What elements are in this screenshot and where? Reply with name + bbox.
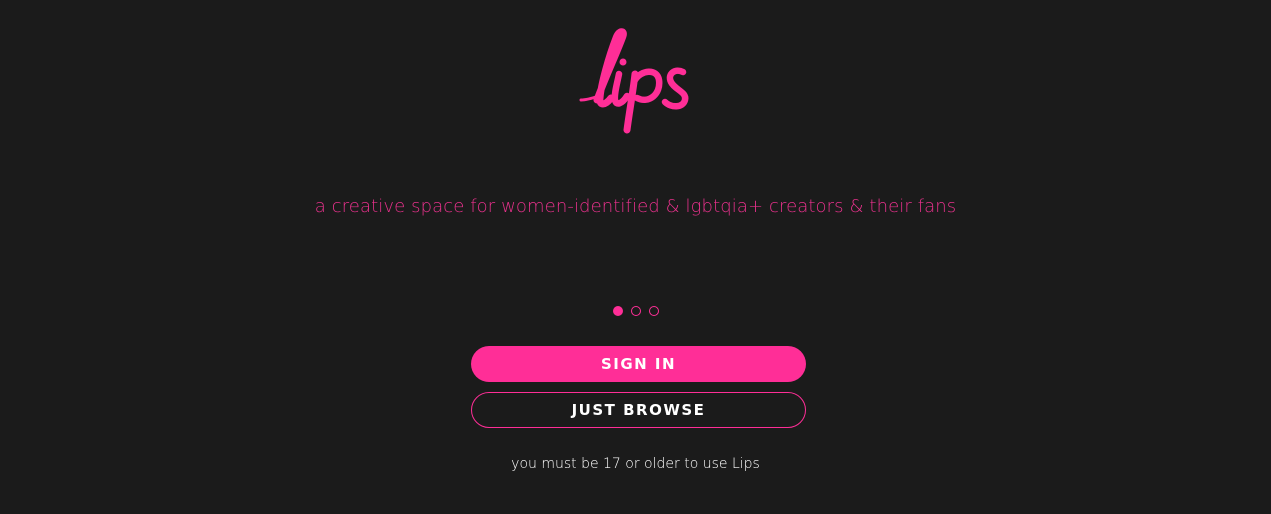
carousel-dot-2[interactable] xyxy=(630,306,641,316)
carousel-indicators xyxy=(0,306,1271,316)
carousel-dot-1[interactable] xyxy=(612,306,623,316)
landing-page: lips a creative space for women-identifi… xyxy=(0,0,1271,514)
age-notice: you must be 17 or older to use Lips xyxy=(511,456,760,472)
tagline: a creative space for women-identified & … xyxy=(314,196,957,217)
lips-logo: lips xyxy=(575,28,701,136)
lips-logo-script-icon xyxy=(579,28,689,134)
sign-in-button[interactable]: SIGN IN xyxy=(471,346,806,382)
just-browse-button[interactable]: JUST BROWSE xyxy=(471,392,806,428)
carousel-dot-3[interactable] xyxy=(648,306,659,316)
